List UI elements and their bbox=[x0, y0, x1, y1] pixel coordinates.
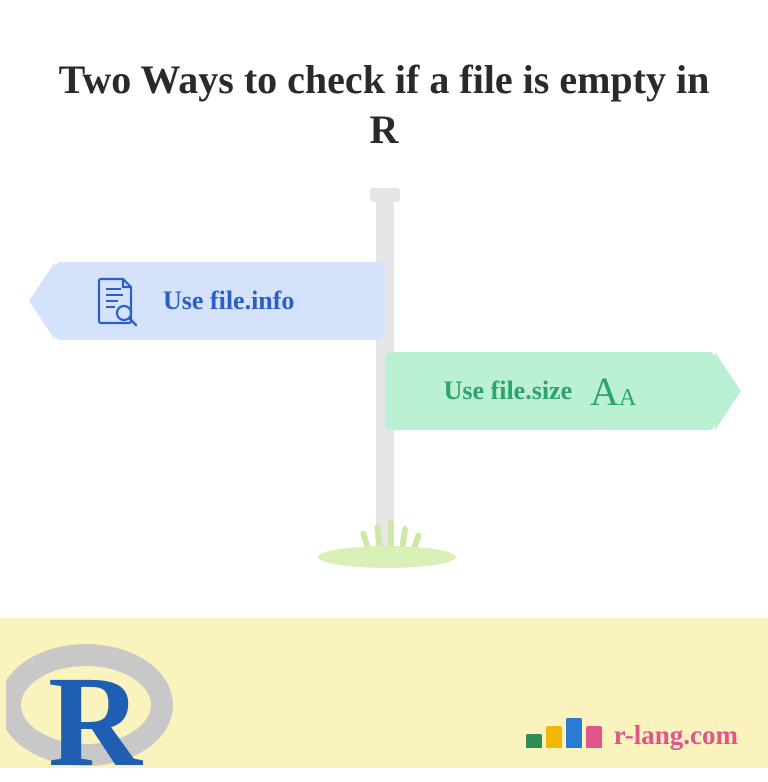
font-size-icon: AA bbox=[590, 368, 636, 415]
grass-decoration bbox=[318, 528, 456, 568]
sign-file-size: Use file.size AA bbox=[385, 352, 715, 430]
r-logo-icon: R bbox=[6, 637, 176, 782]
bar-chart-icon bbox=[526, 718, 602, 748]
site-name: r-lang.com bbox=[614, 720, 738, 751]
document-search-icon bbox=[93, 275, 141, 327]
footer-band: R r-lang.com bbox=[0, 618, 768, 768]
svg-text:R: R bbox=[48, 650, 144, 777]
sign-file-size-label: Use file.size bbox=[444, 376, 573, 406]
signpost-illustration: Use file.info Use file.size AA bbox=[0, 170, 768, 590]
sign-file-info: Use file.info bbox=[55, 262, 385, 340]
page-title: Two Ways to check if a file is empty in … bbox=[0, 0, 768, 155]
site-brand: r-lang.com bbox=[526, 718, 738, 748]
sign-file-info-label: Use file.info bbox=[163, 286, 294, 316]
